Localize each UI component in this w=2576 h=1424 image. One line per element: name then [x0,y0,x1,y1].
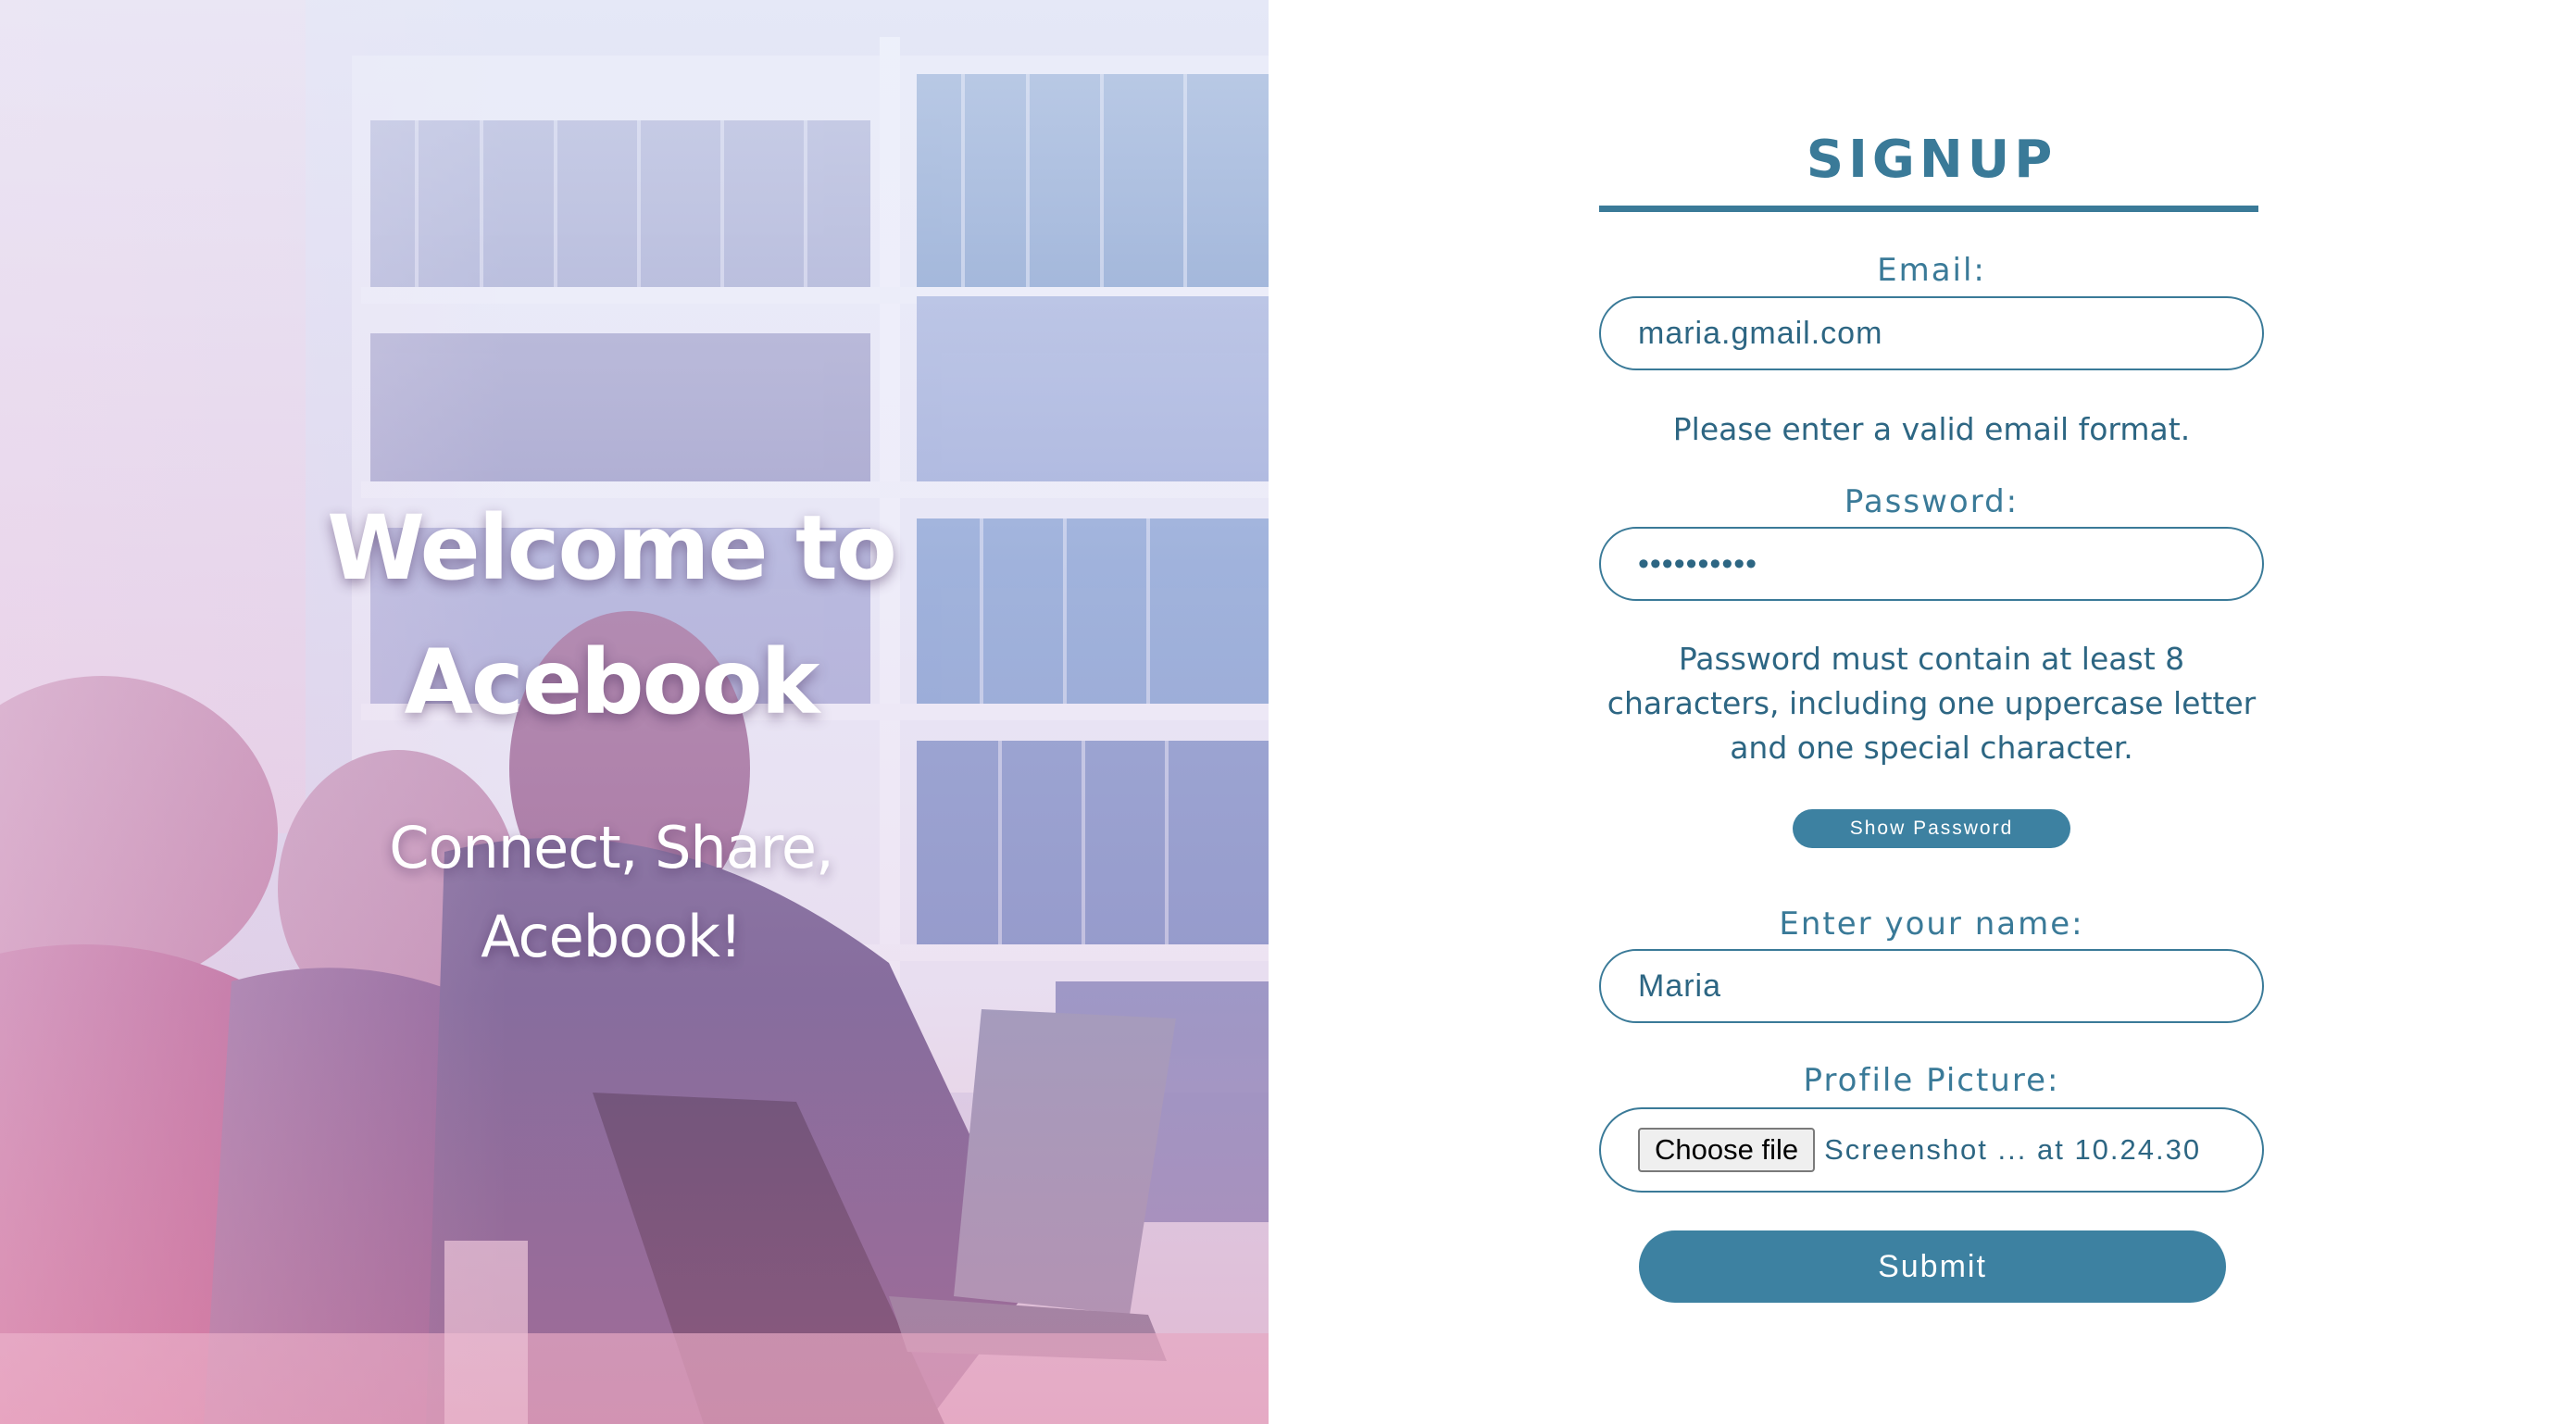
email-error-message: Please enter a valid email format. [1672,411,2191,447]
hero-title: Welcome to Acebook [213,481,1009,750]
signup-page: Welcome to Acebook Connect, Share, Acebo… [0,0,2576,1424]
hero-subtitle-line-1: Connect, Share, [389,814,833,881]
name-label: Enter your name: [1779,906,2084,943]
hero-panel: Welcome to Acebook Connect, Share, Acebo… [0,0,1269,1424]
password-hint: Password must contain at least 8 charact… [1599,637,2264,770]
hero-title-line-1: Welcome to [327,496,897,600]
show-password-button[interactable]: Show Password [1793,809,2070,848]
hero-subtitle-line-2: Acebook! [481,903,743,970]
password-hint-line-3: and one special character. [1730,730,2133,766]
hero-subtitle: Connect, Share, Acebook! [287,804,935,981]
email-label: Email: [1877,252,1986,289]
name-field[interactable] [1599,949,2264,1023]
hero-title-line-2: Acebook [404,631,820,734]
password-hint-line-2: characters, including one uppercase lett… [1607,685,2257,721]
profile-picture-label: Profile Picture: [1803,1062,2060,1099]
selected-file-name: Screenshot ... at 10.24.30 [1824,1133,2202,1166]
choose-file-button[interactable]: Choose file [1638,1128,1816,1172]
signup-form: SIGNUP Email: Please enter a valid email… [1269,0,2576,1424]
title-divider [1599,206,2258,212]
signup-title: SIGNUP [1806,130,2057,190]
email-field[interactable] [1599,296,2264,370]
submit-button[interactable]: Submit [1639,1230,2226,1303]
password-field[interactable]: •••••••••• [1599,527,2264,601]
profile-picture-input: Choose file Screenshot ... at 10.24.30 [1599,1107,2264,1193]
password-label: Password: [1844,483,2020,520]
password-hint-line-1: Password must contain at least 8 [1678,641,2185,677]
